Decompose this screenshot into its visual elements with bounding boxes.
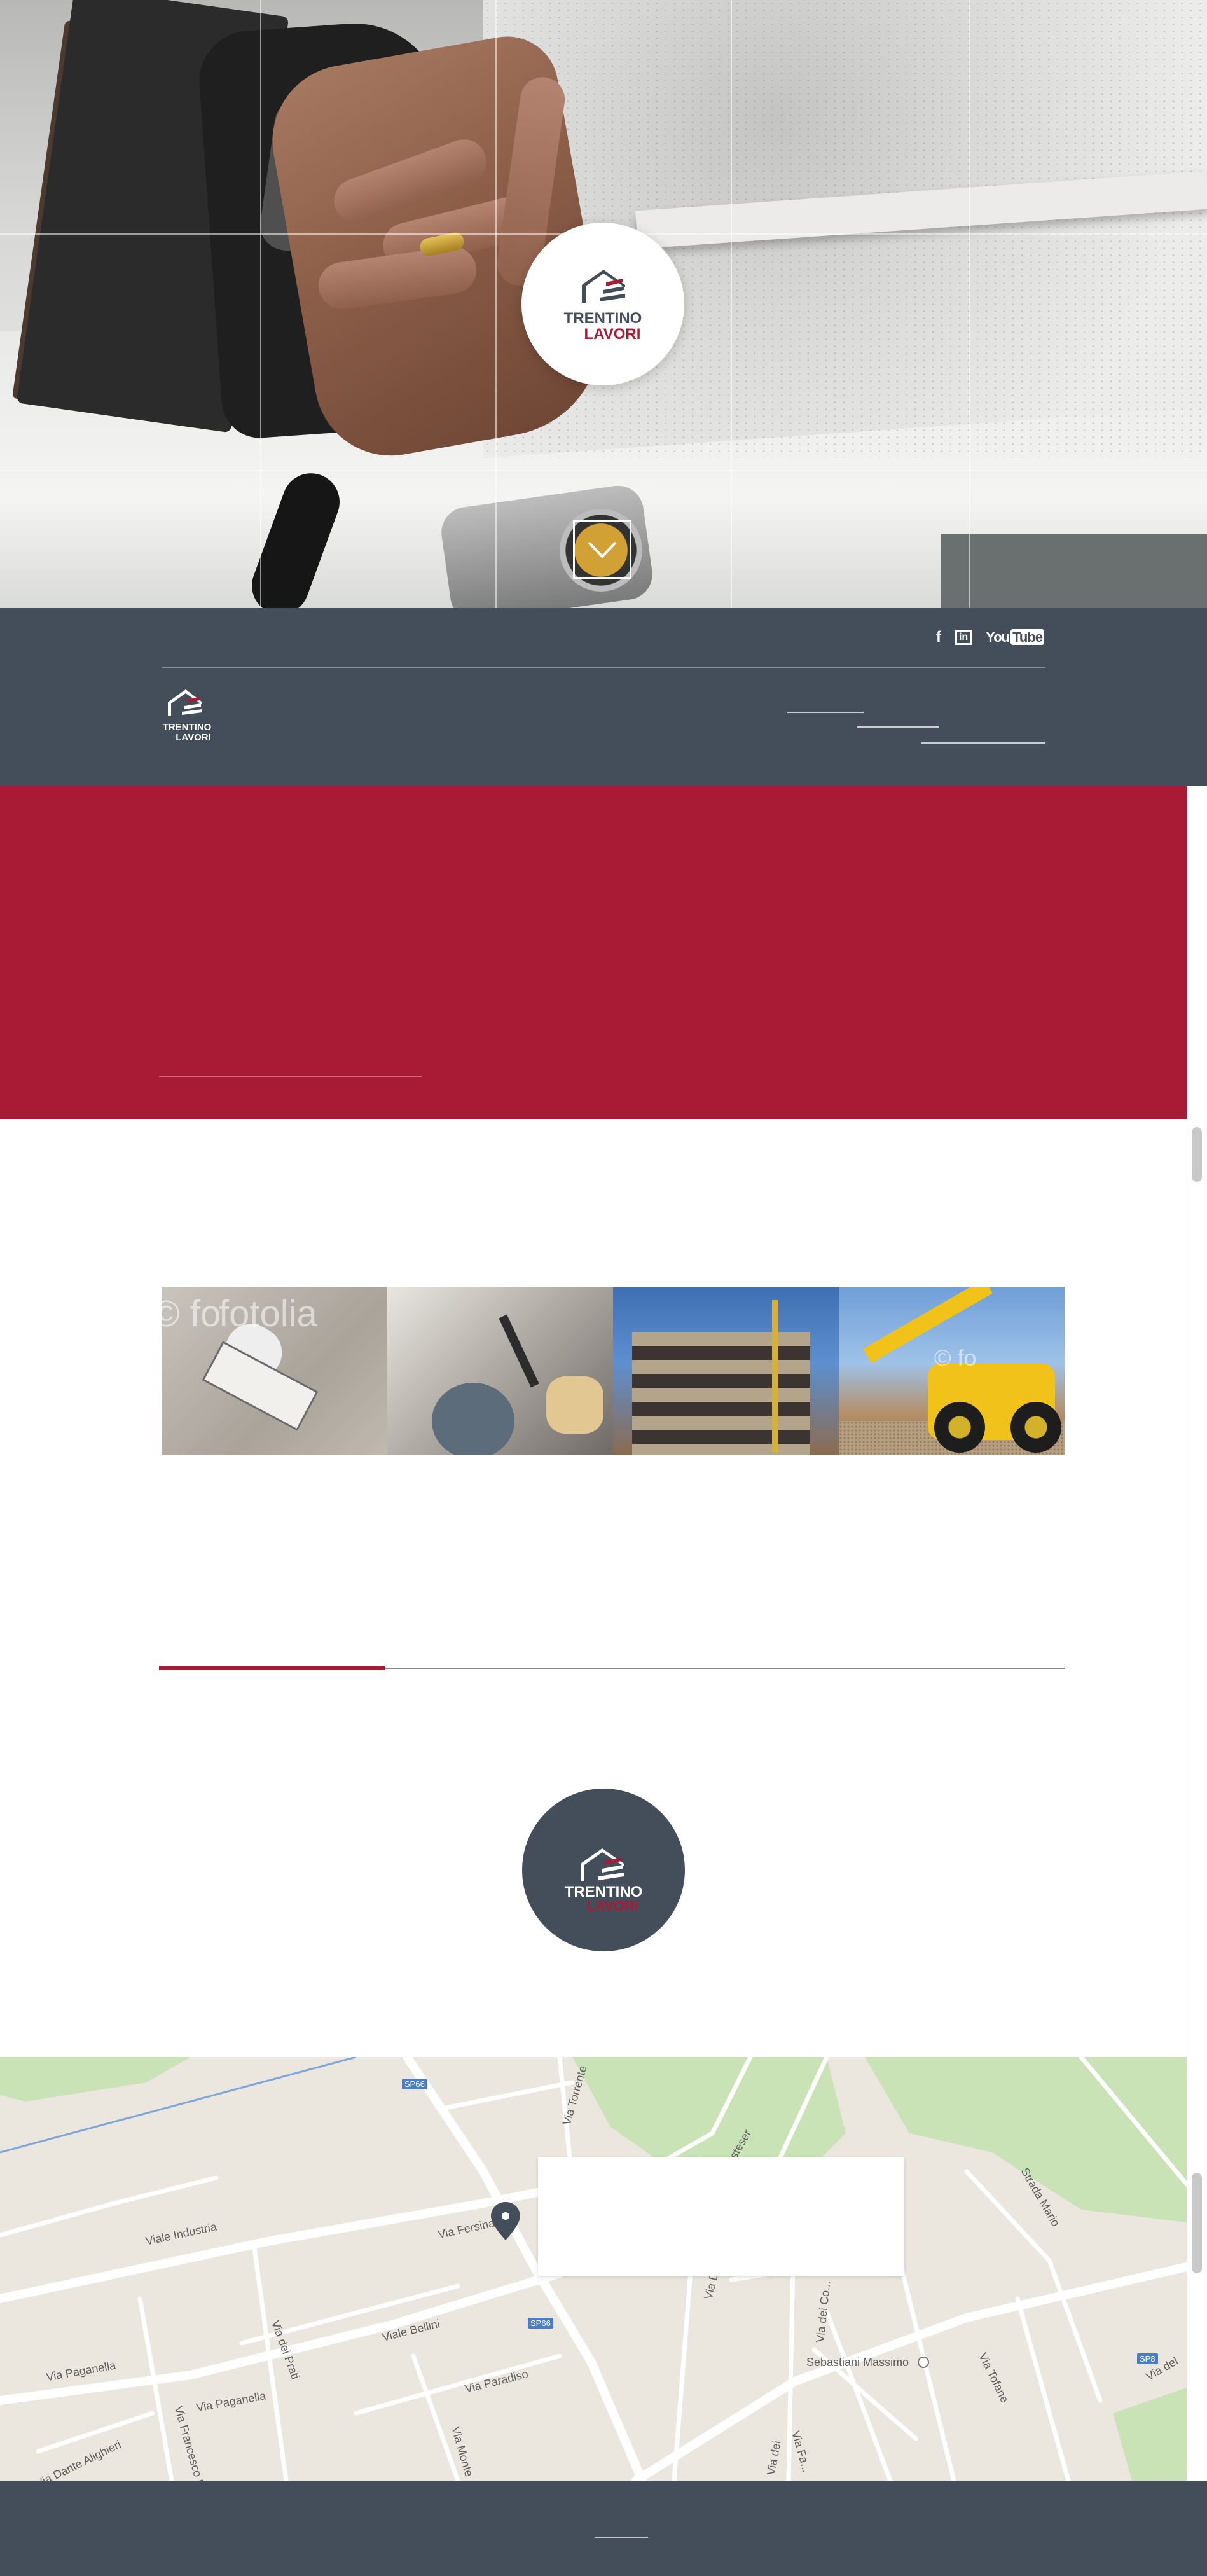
hero-window xyxy=(941,534,1207,608)
gallery-tile-excavation[interactable]: © fo xyxy=(839,1287,1065,1455)
nav-item-2[interactable] xyxy=(857,726,939,728)
road-shield: SP8 xyxy=(1137,2353,1158,2364)
nav-item-1[interactable] xyxy=(787,712,864,713)
chevron-down-icon xyxy=(588,541,617,558)
youtube-icon[interactable]: You Tube xyxy=(986,629,1044,646)
logo-mark-icon: TRENTINO LAVORI xyxy=(565,1848,642,1914)
site-footer xyxy=(0,2481,1207,2576)
gallery-tile-plastering[interactable]: © fo fotolia xyxy=(162,1287,387,1455)
logo-mark-icon: TRENTINO LAVORI xyxy=(163,689,212,743)
footer-logo-badge[interactable]: TRENTINO LAVORI xyxy=(522,1789,685,1951)
nav-item-3[interactable] xyxy=(921,742,1045,744)
tile-wheel xyxy=(1010,1402,1061,1453)
footer-logo-name-2: LAVORI xyxy=(586,1898,638,1914)
gallery-tile-insulation[interactable] xyxy=(387,1287,613,1455)
tile-worker-head xyxy=(432,1383,514,1455)
site-header: f in You Tube TRENTINO LAVORI xyxy=(0,608,1207,786)
services-gallery: © fo fotolia © fo xyxy=(162,1287,1065,1455)
facebook-icon[interactable]: f xyxy=(936,628,941,646)
tile-wheel xyxy=(934,1402,985,1453)
youtube-label: You xyxy=(986,629,1010,645)
hero-logo-name-2: LAVORI xyxy=(584,326,641,343)
social-links: f in You Tube xyxy=(936,628,1044,646)
watermark: fotolia xyxy=(219,1293,317,1334)
tile-cutter xyxy=(499,1314,539,1388)
scroll-down-button[interactable] xyxy=(573,520,631,579)
tile-building xyxy=(632,1332,810,1455)
header-divider xyxy=(162,667,1045,668)
road-shield: SP66 xyxy=(402,2079,427,2089)
footer-link[interactable] xyxy=(595,2537,648,2538)
watermark: © fo xyxy=(934,1345,977,1371)
scrollbar[interactable] xyxy=(1187,786,1207,2481)
header-logo[interactable]: TRENTINO LAVORI xyxy=(162,688,212,752)
gallery-tile-construction[interactable] xyxy=(613,1287,839,1455)
watermark: © fo xyxy=(162,1293,221,1334)
road-shield: SP66 xyxy=(528,2318,553,2329)
tile-worker-hand xyxy=(546,1376,604,1434)
page: TRENTINO LAVORI f in You Tube TRENTINO LA… xyxy=(0,0,1207,2576)
scrollbar-thumb-upper[interactable] xyxy=(1192,1127,1202,1182)
progress-fill xyxy=(159,1666,385,1670)
map-info-window[interactable] xyxy=(538,2157,904,2276)
hero-banner: TRENTINO LAVORI xyxy=(0,0,1207,608)
youtube-label-tube: Tube xyxy=(1010,629,1044,645)
scrollbar-thumb-lower[interactable] xyxy=(1192,2173,1202,2273)
hero-logo-badge[interactable]: TRENTINO LAVORI xyxy=(521,223,684,385)
section-progress xyxy=(159,1666,1065,1670)
linkedin-icon[interactable]: in xyxy=(955,630,972,645)
hero-logo-name-1: TRENTINO xyxy=(563,310,642,327)
tile-crane xyxy=(772,1300,778,1453)
map-place-label: Sebastiani Massimo xyxy=(806,2356,909,2369)
intro-underline xyxy=(159,1076,422,1077)
logo-mark-icon xyxy=(582,270,625,303)
header-logo-name-2: LAVORI xyxy=(176,732,211,743)
intro-section xyxy=(0,786,1187,1119)
header-logo-name-1: TRENTINO xyxy=(163,722,212,733)
